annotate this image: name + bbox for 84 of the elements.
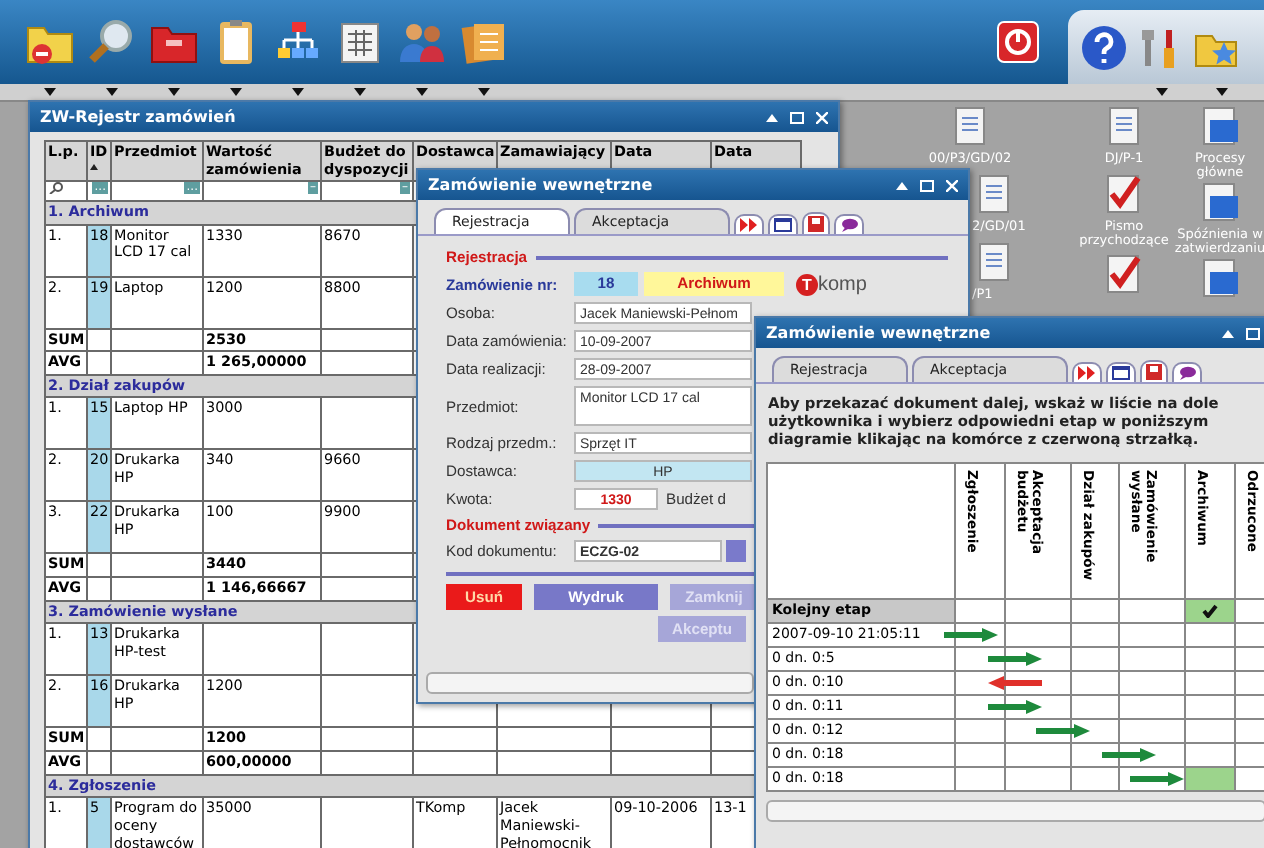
search-icon[interactable] bbox=[48, 183, 64, 195]
diagram-cell[interactable] bbox=[1072, 623, 1120, 648]
window-icon bbox=[1112, 366, 1130, 380]
forward-arrow[interactable] bbox=[1130, 772, 1184, 787]
minimize-icon[interactable] bbox=[1222, 327, 1234, 339]
minimize-icon[interactable] bbox=[896, 179, 908, 191]
diagram-cell[interactable] bbox=[1006, 647, 1072, 672]
speech-bubble-icon bbox=[1178, 366, 1196, 380]
horizontal-scrollbar[interactable] bbox=[766, 799, 1264, 822]
diagram-cell[interactable] bbox=[1006, 671, 1072, 696]
diagram-cell[interactable] bbox=[1006, 743, 1072, 768]
reached-stage-cell[interactable] bbox=[1186, 599, 1236, 624]
close-icon[interactable] bbox=[946, 179, 958, 191]
forward-arrow[interactable] bbox=[987, 700, 1041, 715]
window-tab[interactable] bbox=[768, 214, 798, 234]
close-icon[interactable] bbox=[816, 111, 828, 123]
company-logo: T komp bbox=[796, 273, 867, 295]
fast-forward-tab[interactable] bbox=[734, 214, 764, 234]
fast-forward-icon bbox=[1078, 366, 1096, 380]
forward-arrow[interactable] bbox=[944, 628, 998, 643]
diagram-cell[interactable] bbox=[1186, 623, 1236, 648]
comment-tab[interactable] bbox=[1172, 362, 1202, 382]
window-title: ZW-Rejestr zamówień bbox=[40, 108, 238, 126]
search-icon[interactable] bbox=[86, 16, 138, 68]
checked-document-icon[interactable] bbox=[1102, 172, 1146, 216]
window-tab[interactable] bbox=[1106, 362, 1136, 382]
diagram-cell[interactable] bbox=[956, 743, 1006, 768]
diagram-cell[interactable] bbox=[1072, 743, 1120, 768]
dropdown-arrow-icon[interactable] bbox=[1216, 88, 1228, 96]
speech-bubble-icon bbox=[840, 218, 858, 232]
reached-stage-cell[interactable] bbox=[1186, 767, 1236, 792]
diagram-cell[interactable] bbox=[1006, 623, 1072, 648]
maximize-icon[interactable] bbox=[790, 111, 804, 123]
back-arrow[interactable] bbox=[987, 676, 1041, 691]
diagram-cell[interactable] bbox=[1072, 719, 1120, 744]
power-icon[interactable] bbox=[996, 20, 1040, 64]
maximize-icon[interactable] bbox=[1246, 327, 1260, 339]
help-icon[interactable] bbox=[1080, 23, 1128, 71]
diagram-cell[interactable] bbox=[956, 767, 1006, 792]
diagram-cell[interactable] bbox=[956, 599, 1006, 624]
forward-arrow[interactable] bbox=[1036, 724, 1090, 739]
comment-tab[interactable] bbox=[834, 214, 864, 234]
diagram-cell[interactable] bbox=[1186, 647, 1236, 672]
diagram-cell[interactable] bbox=[1120, 719, 1186, 744]
maximize-icon[interactable] bbox=[920, 179, 934, 191]
diagram-cell[interactable] bbox=[1120, 695, 1186, 720]
diagram-cell[interactable] bbox=[1072, 671, 1120, 696]
diagram-cell[interactable] bbox=[1072, 599, 1120, 624]
diagram-cell[interactable] bbox=[1120, 647, 1186, 672]
diagram-cell[interactable] bbox=[1006, 767, 1072, 792]
fast-forward-icon bbox=[740, 218, 758, 232]
save-icon bbox=[808, 216, 824, 232]
diagram-cell[interactable] bbox=[956, 695, 1006, 720]
forward-arrow[interactable] bbox=[987, 652, 1041, 667]
document-icon[interactable] bbox=[1198, 180, 1242, 224]
diagram-cell[interactable] bbox=[1072, 695, 1120, 720]
diagram-cell[interactable] bbox=[1186, 695, 1236, 720]
horizontal-scrollbar[interactable] bbox=[426, 672, 754, 694]
window-icon bbox=[774, 218, 792, 232]
diagram-cell[interactable] bbox=[1072, 767, 1120, 792]
diagram-cell[interactable] bbox=[1006, 695, 1072, 720]
dropdown-arrow-icon[interactable] bbox=[1156, 88, 1168, 96]
document-icon[interactable] bbox=[1198, 104, 1242, 148]
checked-document-icon[interactable] bbox=[1102, 252, 1146, 296]
diagram-cell[interactable] bbox=[1186, 671, 1236, 696]
window-title: Zamówienie wewnętrzne bbox=[766, 324, 993, 342]
window-title: Zamówienie wewnętrzne bbox=[428, 176, 655, 194]
diagram-cell[interactable] bbox=[1120, 671, 1186, 696]
save-icon bbox=[1146, 364, 1162, 380]
diagram-cell[interactable] bbox=[1006, 719, 1072, 744]
fast-forward-tab[interactable] bbox=[1072, 362, 1102, 382]
diagram-cell[interactable] bbox=[956, 647, 1006, 672]
diagram-cell[interactable] bbox=[1120, 743, 1186, 768]
check-icon bbox=[1202, 603, 1218, 618]
diagram-cell[interactable] bbox=[1120, 623, 1186, 648]
diagram-cell[interactable] bbox=[1186, 719, 1236, 744]
forward-arrow[interactable] bbox=[1102, 748, 1156, 763]
diagram-cell[interactable] bbox=[1072, 647, 1120, 672]
diagram-cell[interactable] bbox=[1006, 599, 1072, 624]
save-tab[interactable] bbox=[1140, 360, 1168, 382]
diagram-cell[interactable] bbox=[956, 719, 1006, 744]
minimize-icon[interactable] bbox=[766, 111, 778, 123]
document-icon[interactable] bbox=[1198, 256, 1242, 300]
save-tab[interactable] bbox=[802, 212, 830, 234]
